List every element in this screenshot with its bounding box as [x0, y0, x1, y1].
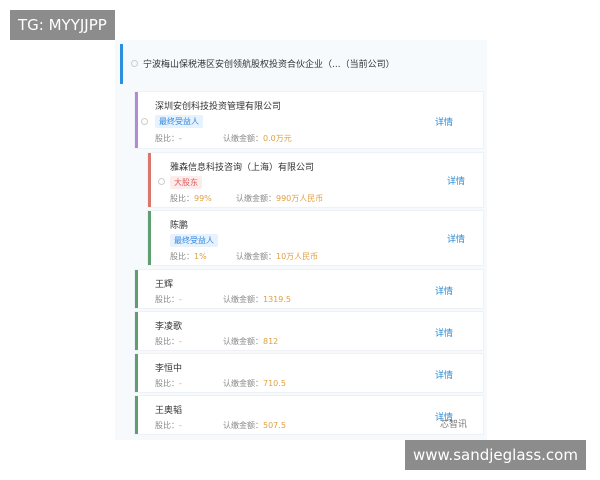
ratio-stat: 股比：99%: [170, 193, 212, 204]
amount-value: 10万人民币: [276, 252, 319, 261]
shareholder-card: 李恒中 股比：- 认缴金额：710.5 详情: [134, 353, 484, 393]
shareholder-name[interactable]: 王奥韬: [155, 403, 182, 416]
row-accent-bar: [148, 153, 151, 207]
amount-label: 认缴金额：: [223, 295, 263, 304]
row-accent-bar: [135, 396, 138, 434]
amount-stat: 认缴金额：1319.5: [223, 294, 291, 305]
detail-link[interactable]: 详情: [435, 326, 453, 339]
ratio-value: -: [179, 421, 182, 430]
ratio-value: -: [179, 337, 182, 346]
amount-stat: 认缴金额：990万人民币: [236, 193, 323, 204]
row-accent-bar: [135, 92, 138, 148]
ratio-label: 股比：: [155, 134, 179, 143]
amount-value: 507.5: [263, 421, 286, 430]
collapse-icon[interactable]: [141, 118, 148, 125]
row-accent-bar: [135, 354, 138, 392]
current-company-row: 宁波梅山保税港区安创领航股权投资合伙企业（...（当前公司）: [120, 44, 482, 84]
ratio-stat: 股比：-: [155, 378, 182, 389]
ratio-label: 股比：: [155, 337, 179, 346]
ratio-value: 1%: [194, 252, 207, 261]
ratio-label: 股比：: [155, 421, 179, 430]
shareholder-name[interactable]: 深圳安创科技投资管理有限公司: [155, 99, 281, 112]
shareholder-name[interactable]: 陈鹏: [170, 218, 188, 231]
row-accent-bar: [135, 270, 138, 308]
ratio-label: 股比：: [155, 379, 179, 388]
beneficiary-badge: 最终受益人: [170, 234, 218, 247]
amount-stat: 认缴金额：10万人民币: [236, 251, 318, 262]
amount-value: 812: [263, 337, 279, 346]
shareholder-card: 雅森信息科技咨询（上海）有限公司 大股东 股比：99% 认缴金额：990万人民币…: [147, 152, 484, 208]
ratio-value: -: [179, 379, 182, 388]
company-name: 宁波梅山保税港区安创领航股权投资合伙企业（...（当前公司）: [143, 60, 395, 70]
ratio-label: 股比：: [155, 295, 179, 304]
amount-label: 认缴金额：: [236, 194, 276, 203]
ratio-stat: 股比：-: [155, 294, 182, 305]
amount-stat: 认缴金额：0.0万元: [223, 133, 292, 144]
ratio-value: -: [179, 295, 182, 304]
detail-link[interactable]: 详情: [435, 368, 453, 381]
beneficiary-badge: 最终受益人: [155, 115, 203, 128]
detail-link[interactable]: 详情: [447, 232, 465, 245]
ratio-label: 股比：: [170, 252, 194, 261]
collapse-icon[interactable]: [131, 60, 138, 67]
shareholder-card: 王辉 股比：- 认缴金额：1319.5 详情: [134, 269, 484, 309]
amount-label: 认缴金额：: [223, 337, 263, 346]
collapse-icon[interactable]: [158, 178, 165, 185]
ratio-value: 99%: [194, 194, 212, 203]
ratio-stat: 股比：-: [155, 336, 182, 347]
amount-label: 认缴金额：: [223, 134, 263, 143]
major-shareholder-badge: 大股东: [170, 176, 202, 189]
row-accent-bar: [135, 312, 138, 350]
watermark-bottom-right: www.sandjeglass.com: [405, 440, 586, 470]
amount-label: 认缴金额：: [223, 379, 263, 388]
brand-watermark: 芯智讯: [440, 420, 468, 430]
shareholder-name[interactable]: 李恒中: [155, 361, 182, 374]
shareholder-name[interactable]: 王辉: [155, 277, 173, 290]
watermark-top-left: TG: MYYJJPP: [10, 10, 115, 40]
shareholder-card: 李凌歌 股比：- 认缴金额：812 详情: [134, 311, 484, 351]
ratio-value: -: [179, 134, 182, 143]
amount-value: 710.5: [263, 379, 286, 388]
amount-stat: 认缴金额：812: [223, 336, 278, 347]
amount-label: 认缴金额：: [236, 252, 276, 261]
amount-stat: 认缴金额：507.5: [223, 420, 286, 431]
ratio-stat: 股比：1%: [170, 251, 207, 262]
ratio-label: 股比：: [170, 194, 194, 203]
row-accent-bar: [120, 44, 123, 84]
amount-stat: 认缴金额：710.5: [223, 378, 286, 389]
shareholder-name[interactable]: 雅森信息科技咨询（上海）有限公司: [170, 160, 314, 173]
detail-link[interactable]: 详情: [435, 115, 453, 128]
amount-label: 认缴金额：: [223, 421, 263, 430]
shareholder-card: 陈鹏 最终受益人 股比：1% 认缴金额：10万人民币 详情: [147, 210, 484, 266]
amount-value: 990万人民币: [276, 194, 324, 203]
shareholder-name[interactable]: 李凌歌: [155, 319, 182, 332]
amount-value: 1319.5: [263, 295, 291, 304]
shareholder-card: 王奥韬 股比：- 认缴金额：507.5 详情: [134, 395, 484, 435]
shareholder-card: 深圳安创科技投资管理有限公司 最终受益人 股比：- 认缴金额：0.0万元 详情: [134, 91, 484, 149]
detail-link[interactable]: 详情: [435, 284, 453, 297]
ratio-stat: 股比：-: [155, 420, 182, 431]
ratio-stat: 股比：-: [155, 133, 182, 144]
detail-link[interactable]: 详情: [447, 174, 465, 187]
row-accent-bar: [148, 211, 151, 265]
amount-value: 0.0万元: [263, 134, 292, 143]
